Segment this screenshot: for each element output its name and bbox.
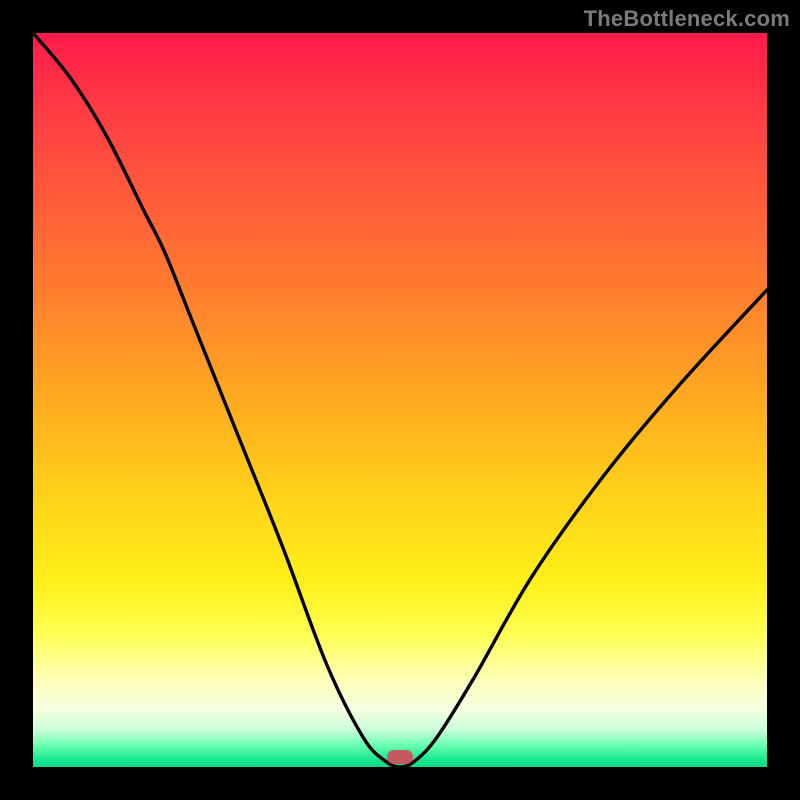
watermark-text: TheBottleneck.com <box>584 6 790 32</box>
chart-frame: TheBottleneck.com <box>0 0 800 800</box>
optimum-marker <box>387 750 413 764</box>
bottleneck-curve <box>33 33 767 767</box>
plot-area <box>33 33 767 767</box>
